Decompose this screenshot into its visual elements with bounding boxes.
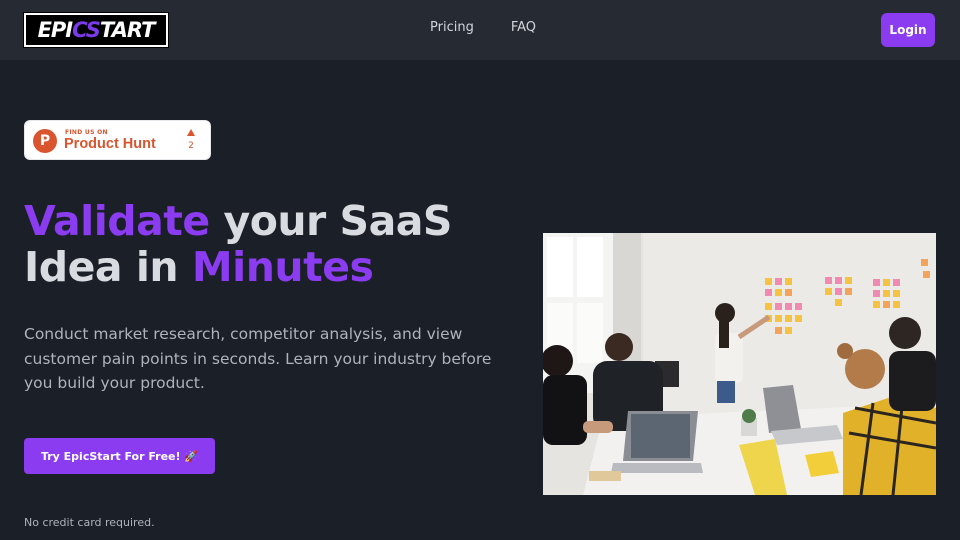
headline-accent-minutes: Minutes: [191, 243, 374, 291]
navbar: EPI CS TART Pricing FAQ Login: [0, 0, 960, 60]
hero-headline: Validate your SaaS Idea in Minutes: [24, 198, 504, 290]
product-hunt-title: Product Hunt: [64, 136, 156, 152]
hero-subtext: Conduct market research, competitor anal…: [24, 325, 492, 392]
logo-text-prefix: EPI: [37, 18, 74, 42]
team-meeting-illustration: [543, 233, 936, 495]
logo-text-suffix: TART: [99, 18, 155, 42]
nav-link-pricing[interactable]: Pricing: [430, 20, 474, 35]
product-hunt-icon: P: [33, 129, 57, 153]
product-hunt-small-text: FIND US ON: [65, 129, 108, 136]
headline-accent-validate: Validate: [24, 197, 210, 245]
headline-text-saas: your SaaS: [209, 197, 452, 245]
headline-text-idea: Idea in: [24, 243, 192, 291]
nav-link-faq[interactable]: FAQ: [511, 20, 536, 35]
login-button[interactable]: Login: [881, 13, 935, 47]
product-hunt-badge[interactable]: P FIND US ON Product Hunt 2: [24, 120, 211, 160]
epicstart-logo[interactable]: EPI CS TART: [23, 12, 169, 48]
try-free-button[interactable]: Try EpicStart For Free! 🚀: [24, 438, 215, 474]
upvote-count: 2: [188, 141, 194, 151]
hero-team-photo: [543, 233, 936, 495]
upvote-arrow-icon: [187, 129, 195, 136]
no-credit-card-note: No credit card required.: [24, 516, 155, 529]
logo-text-accent: CS: [72, 18, 101, 42]
nav-links: Pricing FAQ: [430, 20, 536, 35]
